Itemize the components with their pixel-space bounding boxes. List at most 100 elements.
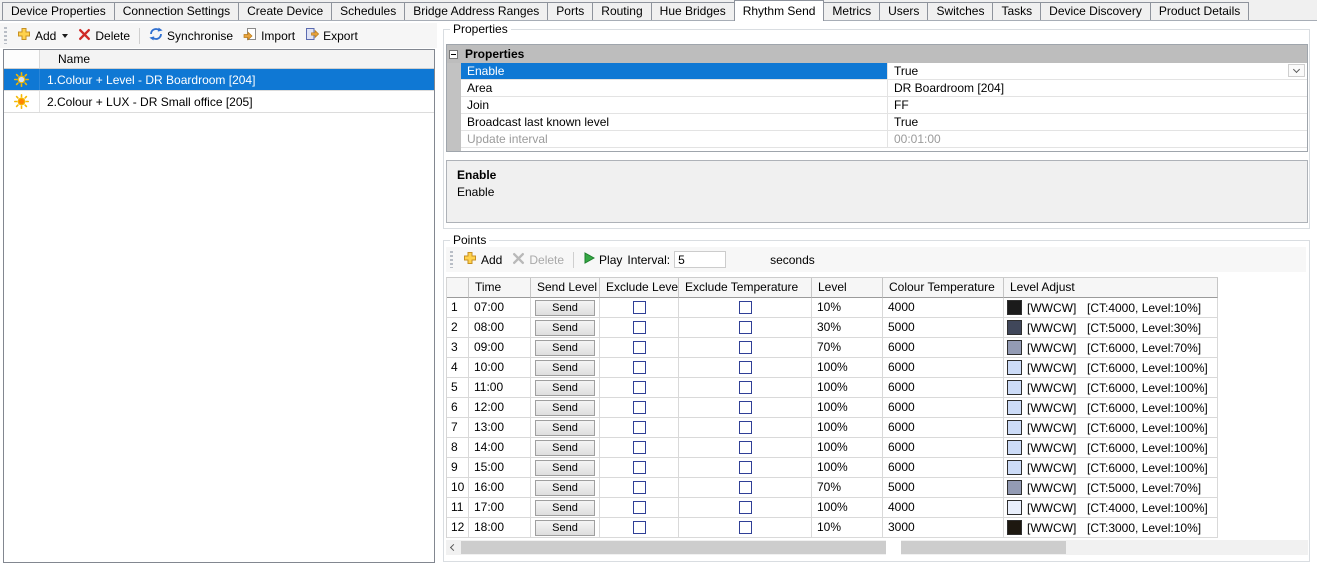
property-value[interactable]: True: [888, 63, 1307, 79]
exclude-temperature-checkbox[interactable]: [738, 461, 752, 474]
property-category-row[interactable]: Properties: [447, 45, 1307, 63]
list-item[interactable]: 2.Colour + LUX - DR Small office [205]: [4, 91, 434, 113]
exclude-level-checkbox[interactable]: [632, 461, 646, 474]
points-add-button[interactable]: Add: [458, 249, 507, 270]
property-row-join[interactable]: Join FF: [461, 97, 1307, 114]
property-row-update-interval[interactable]: Update interval 00:01:00: [461, 131, 1307, 148]
scrollbar-thumb[interactable]: [461, 541, 1066, 554]
exclude-temperature-checkbox[interactable]: [738, 381, 752, 394]
tab-routing[interactable]: Routing: [592, 2, 652, 20]
exclude-temperature-checkbox[interactable]: [738, 361, 752, 374]
exclude-level-checkbox[interactable]: [632, 321, 646, 334]
points-delete-button[interactable]: Delete: [507, 250, 569, 270]
tab-switches[interactable]: Switches: [927, 2, 994, 20]
tab-product-details[interactable]: Product Details: [1149, 2, 1250, 20]
send-button[interactable]: Send: [535, 299, 595, 316]
exclude-temperature-checkbox[interactable]: [738, 481, 752, 494]
tab-create-device[interactable]: Create Device: [238, 2, 333, 20]
tab-hue-bridges[interactable]: Hue Bridges: [650, 2, 735, 20]
property-value[interactable]: 00:01:00: [888, 131, 1307, 147]
send-button[interactable]: Send: [535, 319, 595, 336]
col-header-send-level[interactable]: Send Level: [531, 278, 600, 298]
scroll-right-arrow-icon[interactable]: [886, 540, 901, 555]
row-number-cell[interactable]: 8: [447, 438, 469, 458]
row-number-cell[interactable]: 10: [447, 478, 469, 498]
scroll-left-arrow-icon[interactable]: [446, 540, 461, 555]
tab-device-discovery[interactable]: Device Discovery: [1040, 2, 1151, 20]
property-row-area[interactable]: Area DR Boardroom [204]: [461, 80, 1307, 97]
exclude-temperature-checkbox[interactable]: [738, 421, 752, 434]
row-number-cell[interactable]: 7: [447, 418, 469, 438]
tab-tasks[interactable]: Tasks: [992, 2, 1042, 20]
property-value[interactable]: DR Boardroom [204]: [888, 80, 1307, 96]
row-number-cell[interactable]: 3: [447, 338, 469, 358]
send-button[interactable]: Send: [535, 379, 595, 396]
tab-rhythm-send[interactable]: Rhythm Send: [733, 0, 825, 21]
send-button[interactable]: Send: [535, 339, 595, 356]
send-button[interactable]: Send: [535, 519, 595, 536]
send-button[interactable]: Send: [535, 439, 595, 456]
exclude-temperature-checkbox[interactable]: [738, 501, 752, 514]
points-toolbar-grip[interactable]: [450, 251, 453, 268]
tab-users[interactable]: Users: [879, 2, 929, 20]
tab-schedules[interactable]: Schedules: [331, 2, 406, 20]
row-number-cell[interactable]: 4: [447, 358, 469, 378]
tab-device-properties[interactable]: Device Properties: [2, 2, 115, 20]
property-row-broadcast-last-known-level[interactable]: Broadcast last known level True: [461, 114, 1307, 131]
synchronise-button[interactable]: Synchronise: [144, 25, 238, 46]
exclude-temperature-checkbox[interactable]: [738, 401, 752, 414]
property-value[interactable]: FF: [888, 97, 1307, 113]
col-header-exclude-temperature[interactable]: Exclude Temperature: [679, 278, 812, 298]
horizontal-scrollbar[interactable]: [446, 540, 1308, 555]
tab-ports[interactable]: Ports: [547, 2, 594, 20]
tab-bridge-address-ranges[interactable]: Bridge Address Ranges: [404, 2, 549, 20]
row-number-cell[interactable]: 6: [447, 398, 469, 418]
exclude-temperature-checkbox[interactable]: [738, 321, 752, 334]
row-number-cell[interactable]: 5: [447, 378, 469, 398]
property-row-enable[interactable]: Enable True: [461, 63, 1307, 80]
row-number-cell[interactable]: 11: [447, 498, 469, 518]
exclude-level-checkbox[interactable]: [632, 421, 646, 434]
send-button[interactable]: Send: [535, 499, 595, 516]
exclude-level-checkbox[interactable]: [632, 501, 646, 514]
import-button[interactable]: Import: [238, 25, 300, 46]
exclude-level-checkbox[interactable]: [632, 341, 646, 354]
send-button[interactable]: Send: [535, 459, 595, 476]
combo-dropdown-button[interactable]: [1288, 64, 1305, 77]
delete-button[interactable]: Delete: [73, 26, 135, 46]
toolbar-grip[interactable]: [4, 27, 7, 44]
exclude-temperature-checkbox[interactable]: [738, 301, 752, 314]
exclude-level-checkbox[interactable]: [632, 521, 646, 534]
exclude-level-checkbox[interactable]: [632, 381, 646, 394]
collapse-icon[interactable]: [449, 49, 458, 59]
col-header-level-adjust[interactable]: Level Adjust: [1004, 278, 1218, 298]
row-number-cell[interactable]: 9: [447, 458, 469, 478]
row-number-cell[interactable]: 1: [447, 298, 469, 318]
exclude-temperature-checkbox[interactable]: [738, 341, 752, 354]
exclude-level-checkbox[interactable]: [632, 301, 646, 314]
row-number-cell[interactable]: 12: [447, 518, 469, 538]
col-header-row-number[interactable]: [447, 278, 469, 298]
play-button[interactable]: Play: [578, 250, 627, 269]
interval-input[interactable]: [674, 251, 727, 268]
add-dropdown-caret-icon[interactable]: [62, 33, 69, 38]
send-button[interactable]: Send: [535, 479, 595, 496]
col-header-exclude-level[interactable]: Exclude Level: [600, 278, 679, 298]
exclude-temperature-checkbox[interactable]: [738, 441, 752, 454]
export-button[interactable]: Export: [300, 25, 363, 46]
list-item[interactable]: 1.Colour + Level - DR Boardroom [204]: [4, 69, 434, 91]
tab-connection-settings[interactable]: Connection Settings: [113, 2, 240, 20]
tab-metrics[interactable]: Metrics: [823, 2, 881, 20]
exclude-level-checkbox[interactable]: [632, 361, 646, 374]
col-header-level[interactable]: Level: [812, 278, 883, 298]
property-value[interactable]: True: [888, 114, 1307, 130]
send-button[interactable]: Send: [535, 359, 595, 376]
col-header-time[interactable]: Time: [469, 278, 531, 298]
col-header-colour-temperature[interactable]: Colour Temperature: [883, 278, 1004, 298]
exclude-level-checkbox[interactable]: [632, 481, 646, 494]
exclude-temperature-checkbox[interactable]: [738, 521, 752, 534]
send-button[interactable]: Send: [535, 419, 595, 436]
exclude-level-checkbox[interactable]: [632, 441, 646, 454]
row-number-cell[interactable]: 2: [447, 318, 469, 338]
name-column-header[interactable]: Name: [40, 50, 434, 68]
